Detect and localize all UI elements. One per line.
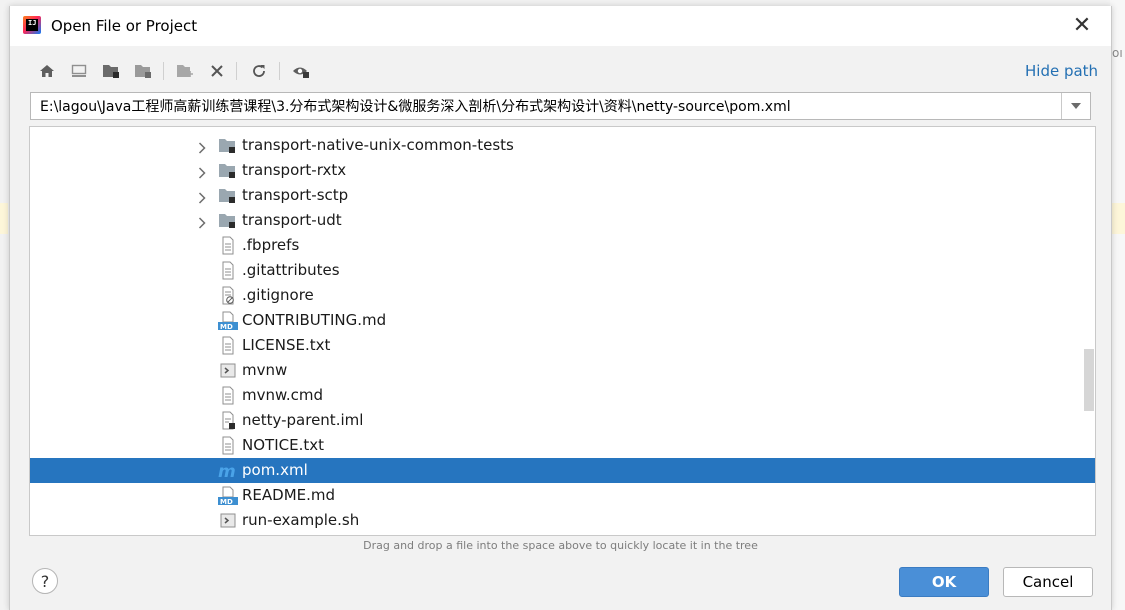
drag-drop-hint: Drag and drop a file into the space abov…	[363, 539, 758, 552]
tree-row-label: README.md	[242, 486, 336, 504]
file-icon	[218, 411, 238, 430]
toolbar-separator	[236, 62, 237, 80]
svg-text:MD: MD	[220, 323, 233, 330]
svg-text:MD: MD	[220, 498, 233, 505]
path-field	[30, 92, 1091, 120]
path-history-dropdown[interactable]	[1061, 93, 1090, 119]
chevron-right-icon[interactable]	[196, 189, 208, 204]
tree-row[interactable]: transport-sctp	[30, 183, 1095, 208]
background-highlight-line	[0, 203, 8, 234]
tree-row-label: .fbprefs	[242, 236, 300, 254]
help-button[interactable]: ?	[32, 568, 58, 594]
delete-icon[interactable]	[206, 60, 228, 82]
tree-row[interactable]: MD README.md	[30, 483, 1095, 508]
tree-row-label: mvnw.cmd	[242, 386, 324, 404]
toolbar-separator	[163, 62, 164, 80]
tree-row-label: CONTRIBUTING.md	[242, 311, 387, 329]
tree-row-label: run-example.sh	[242, 511, 360, 529]
tree-row-label: NOTICE.txt	[242, 436, 324, 454]
refresh-icon[interactable]	[248, 60, 270, 82]
svg-text:m: m	[218, 462, 236, 480]
path-input[interactable]	[31, 93, 1063, 119]
script-file-icon	[218, 511, 238, 530]
file-tree[interactable]: run-example.sh MD README.md m pom.xml NOTICE.…	[29, 126, 1096, 536]
dialog-title: Open File or Project	[51, 17, 198, 35]
tree-row[interactable]: .gitattributes	[30, 258, 1095, 283]
tree-row[interactable]: NOTICE.txt	[30, 433, 1095, 458]
tree-row-label: pom.xml	[242, 461, 308, 479]
folder-icon	[218, 136, 238, 155]
tree-row-label: .gitattributes	[242, 261, 340, 279]
tree-row[interactable]: transport-udt	[30, 208, 1095, 233]
tree-row[interactable]: .fbprefs	[30, 233, 1095, 258]
hide-path-link[interactable]: Hide path	[1025, 62, 1098, 80]
partial-row-cutoff	[170, 529, 340, 535]
file-icon	[218, 261, 238, 280]
tree-row[interactable]: netty-parent.iml	[30, 408, 1095, 433]
tree-row[interactable]: MD CONTRIBUTING.md	[30, 308, 1095, 333]
project-folder-icon[interactable]	[100, 60, 122, 82]
tree-row[interactable]: transport-rxtx	[30, 158, 1095, 183]
cancel-button[interactable]: Cancel	[1003, 567, 1093, 597]
file-icon	[218, 336, 238, 355]
file-icon	[218, 436, 238, 455]
intellij-idea-icon: IJ	[23, 16, 41, 34]
scrollbar-thumb[interactable]	[1084, 349, 1094, 411]
tree-row-label: transport-sctp	[242, 186, 349, 204]
close-icon[interactable]: ✕	[1064, 8, 1100, 44]
tree-row-label: LICENSE.txt	[242, 336, 331, 354]
chevron-down-icon	[1071, 103, 1081, 109]
tree-row[interactable]: .gitignore	[30, 283, 1095, 308]
tree-row[interactable]: transport-native-unix-common-tests	[30, 133, 1095, 158]
tree-row-label: transport-native-unix-common-tests	[242, 136, 514, 154]
tree-row-label: mvnw	[242, 361, 288, 379]
chevron-right-icon[interactable]	[196, 214, 208, 229]
file-icon	[218, 386, 238, 405]
title-bar: IJ Open File or Project ✕	[10, 6, 1111, 46]
folder-icon	[218, 186, 238, 205]
open-file-dialog: IJ Open File or Project ✕ Hide path E:\l…	[9, 6, 1112, 610]
tree-row[interactable]: m pom.xml	[30, 458, 1095, 483]
new-folder-icon[interactable]	[174, 60, 196, 82]
tree-row-label: transport-rxtx	[242, 161, 347, 179]
script-file-icon	[218, 361, 238, 380]
module-folder-icon[interactable]	[132, 60, 154, 82]
folder-icon	[218, 211, 238, 230]
chevron-right-icon[interactable]	[196, 139, 208, 154]
file-icon	[218, 236, 238, 255]
tree-row[interactable]: mvnw	[30, 358, 1095, 383]
ok-button[interactable]: OK	[899, 567, 989, 597]
show-hidden-icon[interactable]	[290, 60, 312, 82]
toolbar-separator	[279, 62, 280, 80]
home-icon[interactable]	[36, 60, 58, 82]
tree-row-label: .gitignore	[242, 286, 314, 304]
background-highlight-line	[1110, 203, 1125, 234]
tree-row[interactable]: LICENSE.txt	[30, 333, 1095, 358]
scrollbar-track[interactable]	[1083, 127, 1095, 535]
tree-row[interactable]: mvnw.cmd	[30, 383, 1095, 408]
folder-icon	[218, 161, 238, 180]
background-editor-text: oı	[1112, 46, 1123, 60]
markdown-file-icon: MD	[218, 311, 238, 331]
maven-icon: m	[218, 461, 238, 482]
background-editor-strip	[1110, 0, 1125, 610]
markdown-file-icon: MD	[218, 486, 238, 506]
tree-row-label: transport-udt	[242, 211, 342, 229]
chevron-right-icon[interactable]	[196, 164, 208, 179]
tree-row-label: netty-parent.iml	[242, 411, 364, 429]
desktop-icon[interactable]	[68, 60, 90, 82]
ignored-file-icon	[218, 286, 238, 305]
